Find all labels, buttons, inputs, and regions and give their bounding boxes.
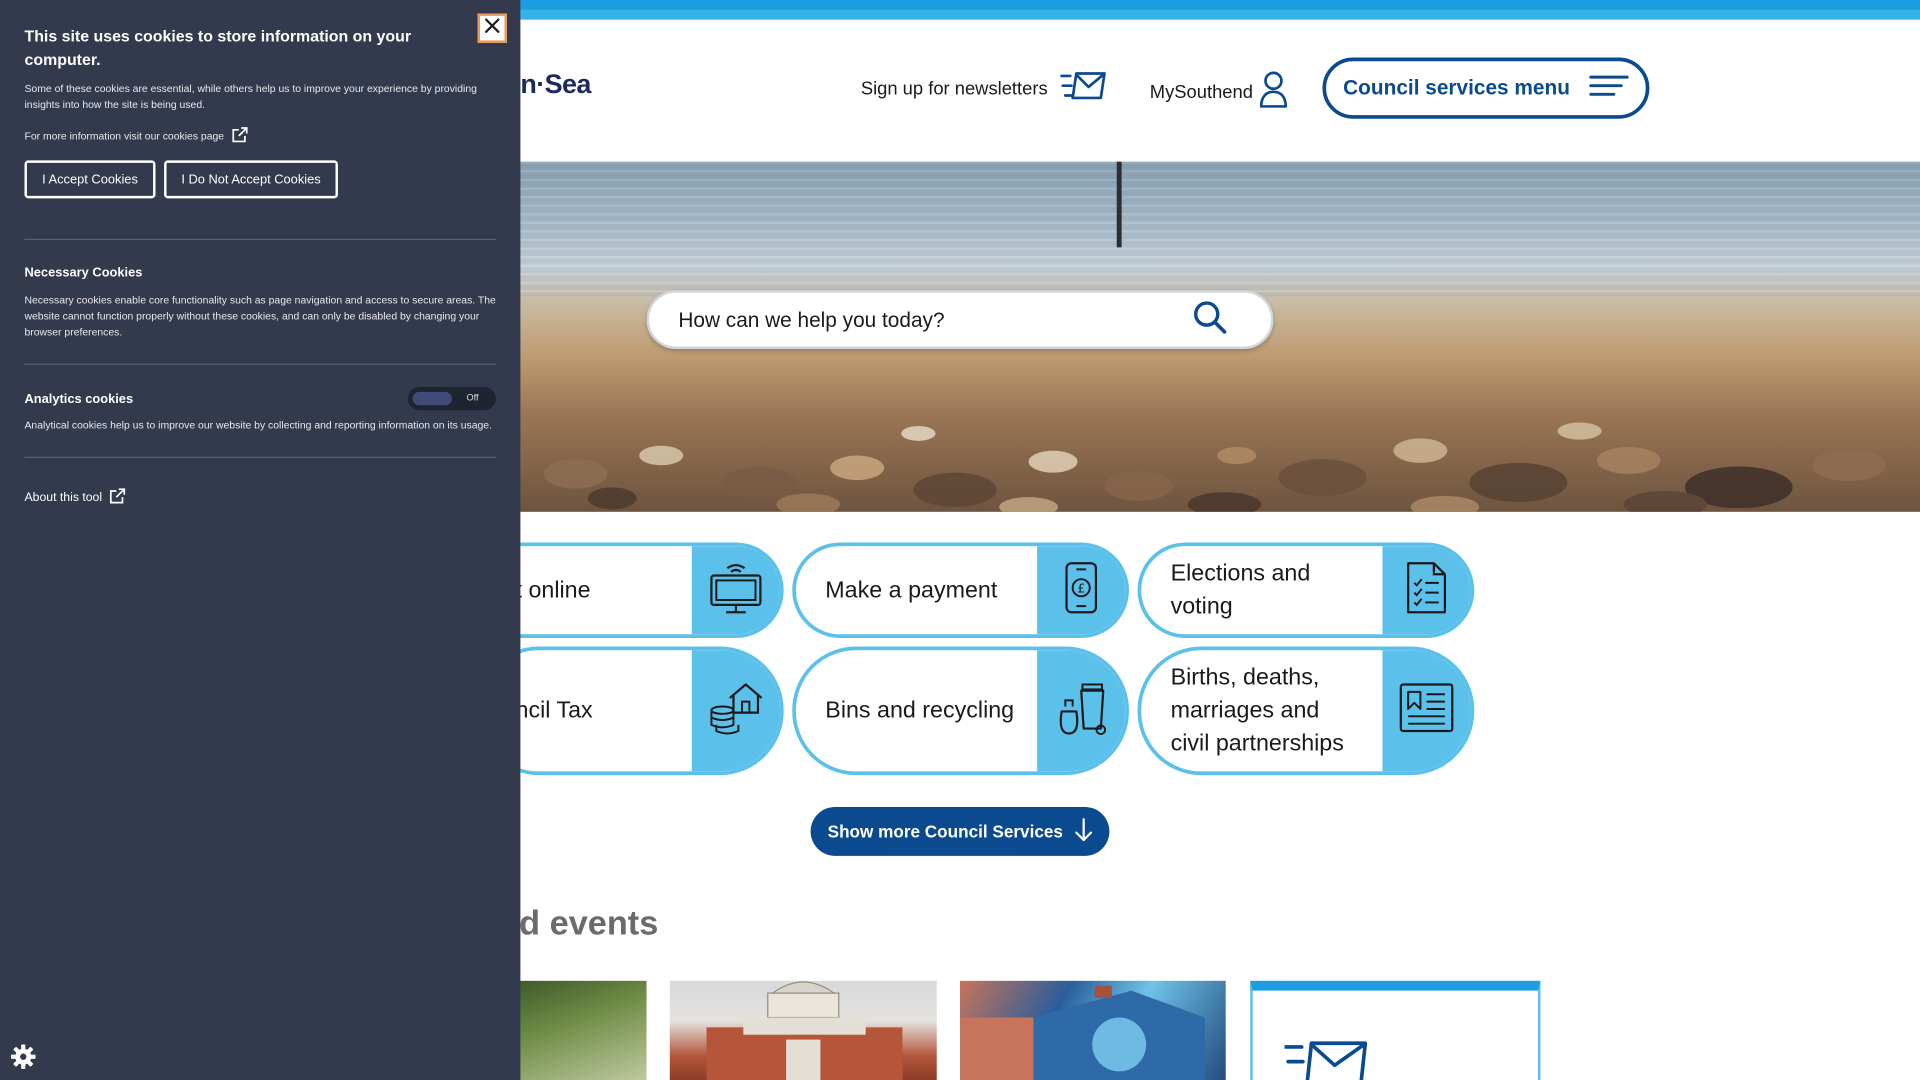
external-link-icon [109, 487, 126, 508]
external-link-icon [231, 126, 248, 146]
service-card-make-a-payment[interactable]: Make a payment £ [792, 542, 1129, 638]
service-label: Births, deaths, marriages and civil part… [1170, 664, 1344, 757]
site-logo[interactable]: n·Sea [520, 69, 591, 101]
service-label: Make a payment [825, 577, 998, 604]
envelope-icon [1058, 71, 1107, 105]
service-card-elections-and-voting[interactable]: Elections and voting [1137, 542, 1475, 638]
service-card-report-online[interactable]: t online [475, 542, 784, 638]
bins-icon [1054, 680, 1108, 742]
analytics-cookies-toggle[interactable]: Off [407, 386, 496, 411]
mysouthend-label: MySouthend [1149, 81, 1253, 103]
analytics-cookies-heading: Analytics cookies [24, 391, 134, 407]
cookies-page-link[interactable]: For more information visit our cookies p… [24, 126, 248, 146]
checklist-document-icon [1404, 560, 1448, 620]
divider [24, 238, 496, 241]
page: n·Sea Sign up for newsletters MySouthend… [0, 0, 1920, 1080]
about-this-tool-link[interactable]: About this tool [24, 487, 126, 508]
analytics-cookies-text: Analytical cookies help us to improve ou… [24, 418, 492, 432]
cookie-consent-panel: This site uses cookies to store informat… [0, 0, 521, 1080]
certificate-document-icon [1398, 682, 1454, 740]
newsletter-signup-link[interactable]: Sign up for newsletters [861, 71, 1107, 105]
menu-button-label: Council services menu [1343, 75, 1570, 100]
accept-cookies-button[interactable]: I Accept Cookies [24, 160, 156, 199]
service-label: ncil Tax [515, 697, 593, 724]
search-button[interactable] [1188, 298, 1232, 342]
service-label: t online [515, 577, 591, 604]
mysouthend-link[interactable]: MySouthend [1150, 71, 1290, 113]
toggle-knob [412, 391, 452, 406]
event-thumbnail[interactable] [669, 980, 937, 1080]
gear-icon [10, 1043, 37, 1076]
close-cookie-panel-button[interactable] [477, 13, 507, 43]
necessary-cookies-heading: Necessary Cookies [24, 265, 143, 281]
service-label: Elections and voting [1170, 560, 1311, 620]
show-more-label: Show more Council Services [827, 821, 1063, 842]
search-input[interactable] [678, 304, 1193, 337]
about-this-tool-label: About this tool [24, 491, 103, 505]
close-icon [484, 17, 501, 40]
service-card-births-deaths-marriages[interactable]: Births, deaths, marriages and civil part… [1137, 646, 1475, 776]
hamburger-icon [1589, 74, 1629, 102]
service-card-council-tax[interactable]: ncil Tax [475, 646, 784, 776]
computer-monitor-icon [708, 560, 764, 620]
site-search [646, 290, 1274, 349]
cookies-page-link-label: For more information visit our cookies p… [24, 129, 225, 143]
house-coins-icon [708, 681, 764, 741]
necessary-cookies-text: Necessary cookies enable core functional… [24, 293, 496, 338]
phone-pound-icon: £ [1062, 560, 1101, 620]
newsletter-promo-card[interactable] [1250, 980, 1541, 1080]
event-thumbnail[interactable] [519, 980, 647, 1080]
show-more-services-button[interactable]: Show more Council Services [810, 806, 1110, 856]
event-thumbnail[interactable] [960, 980, 1226, 1080]
news-and-events-heading: d events [519, 903, 659, 942]
user-icon [1258, 71, 1290, 113]
divider [24, 363, 496, 365]
arrow-down-icon [1075, 817, 1093, 845]
svg-text:£: £ [1077, 581, 1085, 595]
reject-cookies-button[interactable]: I Do Not Accept Cookies [164, 160, 338, 199]
cookie-panel-intro: Some of these cookies are essential, whi… [24, 82, 477, 111]
divider [24, 456, 496, 458]
cookie-settings-button[interactable] [0, 999, 81, 1080]
cookie-panel-title: This site uses cookies to store informat… [24, 26, 412, 69]
toggle-state-label: Off [466, 391, 479, 403]
service-card-bins-and-recycling[interactable]: Bins and recycling [792, 646, 1129, 776]
search-icon [1193, 299, 1227, 339]
envelope-icon [1282, 1040, 1368, 1080]
council-services-menu-button[interactable]: Council services menu [1322, 57, 1650, 119]
newsletter-label: Sign up for newsletters [860, 77, 1048, 99]
service-label: Bins and recycling [825, 697, 1015, 724]
